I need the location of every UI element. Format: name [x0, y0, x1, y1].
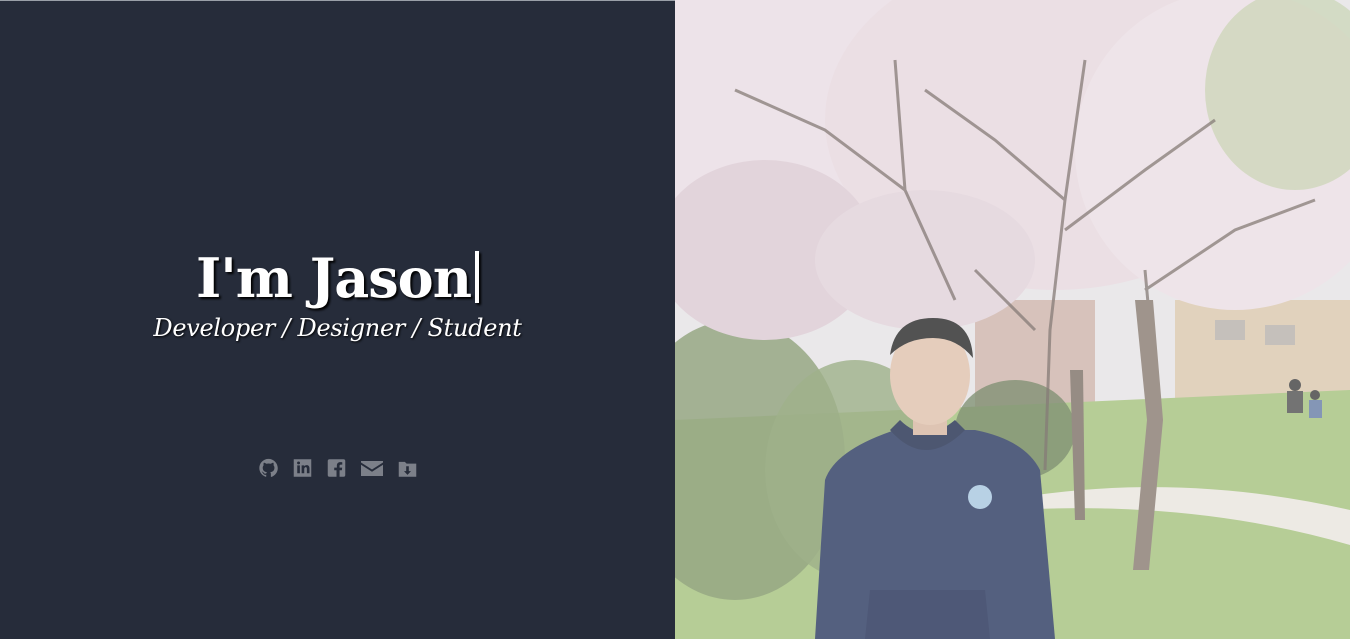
hero-subtitle: Developer / Designer / Student	[153, 314, 522, 342]
hero: I'm Jason Developer / Designer / Student	[0, 247, 675, 343]
email-link[interactable]	[360, 457, 384, 479]
social-links	[0, 457, 675, 479]
email-icon	[360, 461, 383, 476]
photo-overlay	[675, 0, 1350, 639]
linkedin-icon	[293, 459, 311, 477]
github-icon	[258, 458, 278, 477]
hero-title: I'm Jason	[196, 247, 479, 309]
typing-cursor	[474, 251, 479, 303]
facebook-icon	[327, 459, 345, 477]
download-icon	[398, 461, 416, 477]
intro-panel: I'm Jason Developer / Designer / Student	[0, 0, 675, 639]
facebook-link[interactable]	[326, 457, 347, 479]
portrait-photo	[675, 0, 1350, 639]
page: I'm Jason Developer / Designer / Student	[0, 0, 1350, 639]
download-link[interactable]	[397, 457, 418, 479]
hero-title-text: I'm Jason	[196, 246, 472, 310]
github-link[interactable]	[258, 457, 279, 479]
linkedin-link[interactable]	[292, 457, 313, 479]
